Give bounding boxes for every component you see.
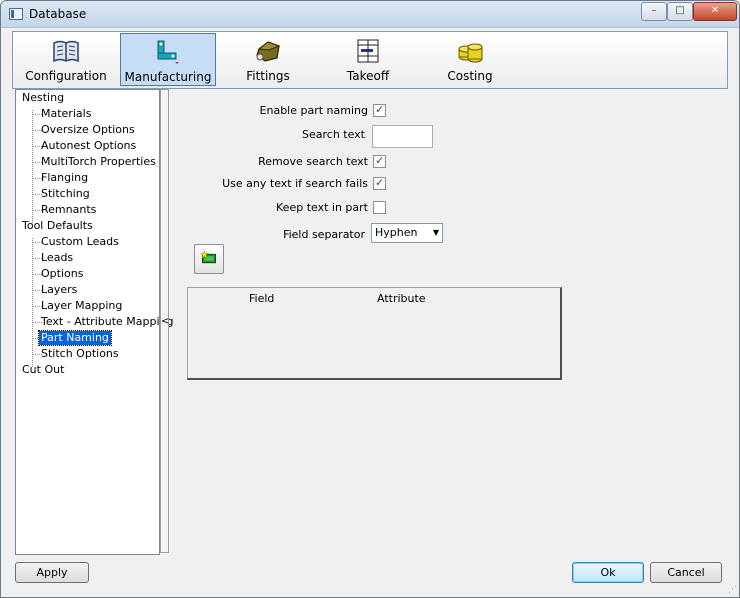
- grid-header-field: Field: [249, 292, 275, 305]
- tab-label: Manufacturing: [124, 70, 212, 84]
- tree-item-stitch-options[interactable]: Stitch Options: [39, 347, 119, 361]
- tab-takeoff[interactable]: Takeoff: [320, 33, 416, 86]
- tree-item-tool-defaults[interactable]: Tool Defaults: [22, 219, 93, 233]
- title-bar: Database – □ ✕: [1, 1, 739, 28]
- collapse-arrow-icon[interactable]: <: [161, 316, 169, 327]
- use-any-text-checkbox[interactable]: [373, 176, 386, 190]
- enable-part-naming-label: Enable part naming: [259, 104, 368, 117]
- tab-label: Takeoff: [346, 69, 390, 83]
- tree-item-part-naming[interactable]: Part Naming: [38, 330, 112, 346]
- book-icon: [53, 40, 79, 63]
- tab-label: Configuration: [25, 69, 107, 83]
- tree-item-oversize-options[interactable]: Oversize Options: [39, 123, 135, 137]
- resize-grip-icon[interactable]: ⋰: [728, 585, 737, 595]
- tree-item-cut-out[interactable]: Cut Out: [22, 363, 64, 377]
- add-row-icon: [199, 249, 216, 264]
- tab-manufacturing[interactable]: Manufacturing: [120, 33, 216, 86]
- chevron-down-icon: ▼: [432, 228, 439, 237]
- tree-item-flanging[interactable]: Flanging: [39, 171, 88, 185]
- add-field-button[interactable]: [194, 244, 224, 274]
- keep-text-checkbox[interactable]: [373, 201, 386, 214]
- field-attribute-grid[interactable]: Field Attribute: [187, 287, 562, 380]
- cancel-button[interactable]: Cancel: [650, 562, 722, 583]
- field-separator-value: Hyphen: [375, 226, 418, 239]
- field-separator-select[interactable]: Hyphen ▼: [371, 223, 443, 243]
- app-icon: [9, 8, 23, 20]
- tree-item-leads[interactable]: Leads: [39, 251, 73, 265]
- tab-label: Costing: [447, 69, 493, 83]
- close-button[interactable]: ✕: [693, 2, 737, 21]
- tab-configuration[interactable]: Configuration: [18, 33, 114, 86]
- enable-part-naming-checkbox[interactable]: [373, 103, 386, 117]
- grid-header-attribute: Attribute: [377, 292, 426, 305]
- field-separator-label: Field separator: [283, 228, 365, 241]
- search-text-input[interactable]: [372, 125, 433, 148]
- tab-costing[interactable]: Costing: [422, 33, 518, 86]
- use-any-text-label: Use any text if search fails: [222, 177, 368, 190]
- apply-button[interactable]: Apply: [15, 562, 89, 583]
- category-toolbar: Configuration Manufacturing Fittings Tak…: [12, 31, 728, 89]
- takeoff-icon: [357, 39, 379, 63]
- keep-text-label: Keep text in part: [276, 201, 368, 214]
- machine-icon: [157, 40, 179, 64]
- fitting-icon: [256, 41, 281, 62]
- tab-label: Fittings: [246, 69, 290, 83]
- tab-fittings[interactable]: Fittings: [220, 33, 316, 86]
- tree-connector: [32, 110, 33, 223]
- tree-item-nesting[interactable]: Nesting: [22, 91, 64, 105]
- search-text-label: Search text: [302, 128, 365, 141]
- remove-search-text-label: Remove search text: [258, 155, 368, 168]
- tree-item-stitching[interactable]: Stitching: [39, 187, 90, 201]
- tree-item-materials[interactable]: Materials: [39, 107, 91, 121]
- tree-item-custom-leads[interactable]: Custom Leads: [39, 235, 119, 249]
- window-title: Database: [29, 7, 87, 21]
- settings-tree[interactable]: Nesting Materials Oversize Options Auton…: [15, 89, 173, 555]
- coins-icon: [458, 43, 483, 63]
- database-window: Database – □ ✕ Configuration Manufacturi…: [0, 0, 740, 598]
- minimize-button[interactable]: –: [641, 2, 667, 21]
- tree-item-options[interactable]: Options: [39, 267, 83, 281]
- tree-item-layer-mapping[interactable]: Layer Mapping: [39, 299, 122, 313]
- remove-search-text-checkbox[interactable]: [373, 154, 386, 168]
- tree-item-multitorch-properties[interactable]: MultiTorch Properties: [39, 155, 156, 169]
- tree-item-autonest-options[interactable]: Autonest Options: [39, 139, 136, 153]
- tree-item-text-attribute-mapping[interactable]: Text - Attribute Mapping: [39, 315, 173, 329]
- tree-item-layers[interactable]: Layers: [39, 283, 77, 297]
- tree-item-remnants[interactable]: Remnants: [39, 203, 96, 217]
- maximize-button[interactable]: □: [667, 2, 693, 21]
- ok-button[interactable]: Ok: [572, 562, 644, 583]
